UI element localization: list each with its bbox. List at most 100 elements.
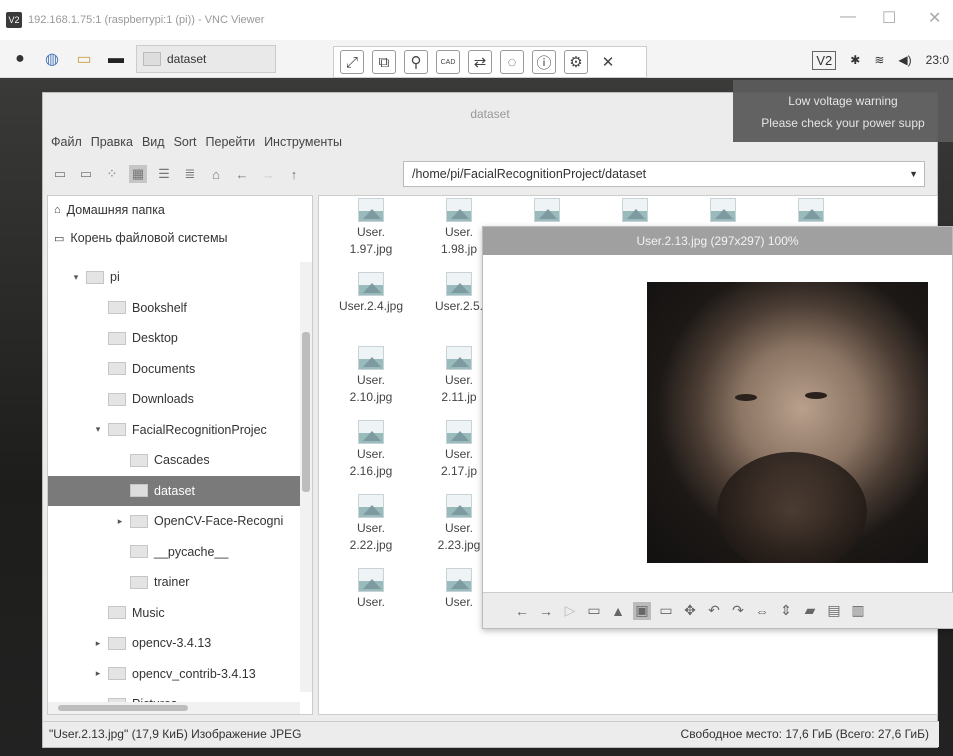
disconnect-icon[interactable]: ✕ [596, 50, 620, 74]
delete-icon[interactable]: ▥ [849, 602, 867, 620]
image-file-icon [534, 198, 560, 222]
fit-icon[interactable]: ▣ [633, 601, 651, 620]
scrollbar-thumb[interactable] [302, 332, 310, 492]
tree-item[interactable]: ▾ pi [48, 262, 300, 293]
tree-item[interactable]: Cascades [48, 445, 300, 476]
new-window-icon[interactable]: ▭ [51, 165, 69, 183]
menu-item[interactable]: Вид [142, 135, 165, 149]
new-tab-icon[interactable]: ▭ [77, 165, 95, 183]
vnc-window-title: 192.168.1.75:1 (raspberrypi:1 (pi)) - VN… [28, 14, 265, 26]
zoom-out-icon[interactable]: ▭ [585, 602, 603, 620]
tree-item[interactable]: Music [48, 598, 300, 629]
zoom-in-icon[interactable]: ▲ [609, 602, 627, 620]
tree-item[interactable]: Bookshelf [48, 293, 300, 324]
transfer-files-icon[interactable]: ⇄ [468, 50, 492, 74]
fullscreen-icon[interactable]: ✥ [681, 602, 699, 620]
place-home[interactable]: ⌂ Домашняя папка [48, 196, 312, 224]
scale-icon[interactable]: ⧉ [372, 50, 396, 74]
expander-icon[interactable]: ▸ [92, 638, 104, 649]
open-icon[interactable]: ▰ [801, 602, 819, 620]
file-item[interactable] [507, 198, 587, 224]
icon-view-icon[interactable]: ⁘ [103, 165, 121, 183]
next-icon[interactable]: → [537, 602, 555, 620]
slideshow-icon[interactable]: ▷ [561, 602, 579, 620]
expander-icon[interactable]: ▸ [114, 516, 126, 527]
previous-icon[interactable]: ← [513, 602, 531, 620]
place-root[interactable]: ▭ Корень файловой системы [48, 224, 312, 252]
pin-icon[interactable]: ⚲ [404, 50, 428, 74]
original-size-icon[interactable]: ▭ [657, 602, 675, 620]
settings-icon[interactable]: ⚙ [564, 50, 588, 74]
menu-item[interactable]: Sort [174, 135, 197, 149]
terminal-icon[interactable]: ▬ [104, 47, 128, 71]
expander-icon[interactable]: ▾ [70, 272, 82, 283]
file-manager-icon[interactable]: ▭ [72, 47, 96, 71]
file-item[interactable]: User.2.4.jpg [331, 272, 411, 315]
menu-item[interactable]: Инструменты [264, 135, 342, 149]
fullscreen-icon[interactable]: ⤢ [340, 50, 364, 74]
path-bar[interactable]: /home/pi/FacialRecognitionProject/datase… [403, 161, 925, 187]
menu-item[interactable]: Файл [51, 135, 82, 149]
raspberry-menu-icon[interactable]: ● [8, 47, 32, 71]
scrollbar-thumb[interactable] [58, 705, 188, 711]
ctrl-alt-del-icon[interactable]: CAD [436, 50, 460, 74]
tree-item[interactable]: ▸ opencv_contrib-3.4.13 [48, 659, 300, 690]
file-item[interactable]: User. 2.16.jpg [331, 420, 411, 480]
thumbnail-view-icon[interactable]: ▦ [129, 165, 147, 183]
image-file-icon [446, 346, 472, 370]
up-arrow-icon[interactable]: ↑ [285, 165, 303, 183]
menu-item[interactable]: Правка [91, 135, 133, 149]
image-viewer-window: User.2.13.jpg (297x297) 100% ← → ▷ ▭ ▲ ▣… [482, 226, 953, 629]
file-item[interactable] [771, 198, 851, 224]
chevron-down-icon[interactable]: ▼ [909, 162, 918, 186]
rotate-left-icon[interactable]: ↶ [705, 602, 723, 620]
home-icon[interactable]: ⌂ [207, 165, 225, 183]
file-item[interactable]: User. [331, 568, 411, 611]
forward-arrow-icon[interactable]: → [259, 165, 277, 183]
tree-item[interactable]: ▸ opencv-3.4.13 [48, 628, 300, 659]
photo-eye-left [735, 394, 757, 401]
file-item[interactable] [683, 198, 763, 224]
browser-icon[interactable]: ◍ [40, 47, 64, 71]
file-item[interactable]: User. 1.97.jpg [331, 198, 411, 258]
wifi-icon[interactable]: ≋ [874, 53, 884, 67]
tree-item[interactable]: __pycache__ [48, 537, 300, 568]
chat-icon[interactable]: ◌ [500, 50, 524, 74]
tree-item-label: pi [110, 270, 120, 285]
menu-item[interactable]: Перейти [206, 135, 256, 149]
tree-item[interactable]: ▸ OpenCV-Face-Recogni [48, 506, 300, 537]
close-icon[interactable]: ✕ [928, 8, 941, 28]
taskbar-item-label: dataset [167, 51, 207, 66]
tree-item[interactable]: trainer [48, 567, 300, 598]
info-icon[interactable]: ⓘ [532, 50, 556, 74]
minimize-icon[interactable]: — [840, 8, 856, 26]
photo-beard [717, 452, 867, 563]
vnc-server-icon[interactable]: V2 [812, 50, 837, 70]
expander-icon[interactable]: ▸ [92, 668, 104, 679]
list-view-icon[interactable]: ≣ [181, 165, 199, 183]
image-file-icon [622, 198, 648, 222]
tree-item[interactable]: ▾ FacialRecognitionProjec [48, 415, 300, 446]
path-text: /home/pi/FacialRecognitionProject/datase… [412, 167, 647, 181]
taskbar-item-dataset[interactable]: dataset [136, 44, 276, 73]
tree-item[interactable]: dataset [48, 475, 300, 506]
bluetooth-icon[interactable]: ✱ [850, 53, 860, 67]
tree-horizontal-scrollbar[interactable] [48, 702, 300, 714]
tree-item[interactable]: Desktop [48, 323, 300, 354]
file-item[interactable]: User. 2.22.jpg [331, 494, 411, 554]
maximize-icon[interactable]: ☐ [882, 8, 896, 28]
flip-vertical-icon[interactable]: ⇕ [777, 602, 795, 620]
expander-icon[interactable]: ▾ [92, 424, 104, 435]
save-icon[interactable]: ▤ [825, 602, 843, 620]
file-item[interactable] [595, 198, 675, 224]
tree-item[interactable]: Documents [48, 354, 300, 385]
compact-view-icon[interactable]: ☰ [155, 165, 173, 183]
tree-vertical-scrollbar[interactable] [300, 262, 312, 692]
back-arrow-icon[interactable]: ← [233, 165, 251, 183]
volume-icon[interactable]: ◀) [898, 53, 911, 67]
low-voltage-notification[interactable]: Low voltage warning Please check your po… [733, 80, 953, 142]
rotate-right-icon[interactable]: ↷ [729, 602, 747, 620]
tree-item[interactable]: Downloads [48, 384, 300, 415]
flip-horizontal-icon[interactable]: ⇔ [753, 602, 771, 620]
file-item[interactable]: User. 2.10.jpg [331, 346, 411, 406]
